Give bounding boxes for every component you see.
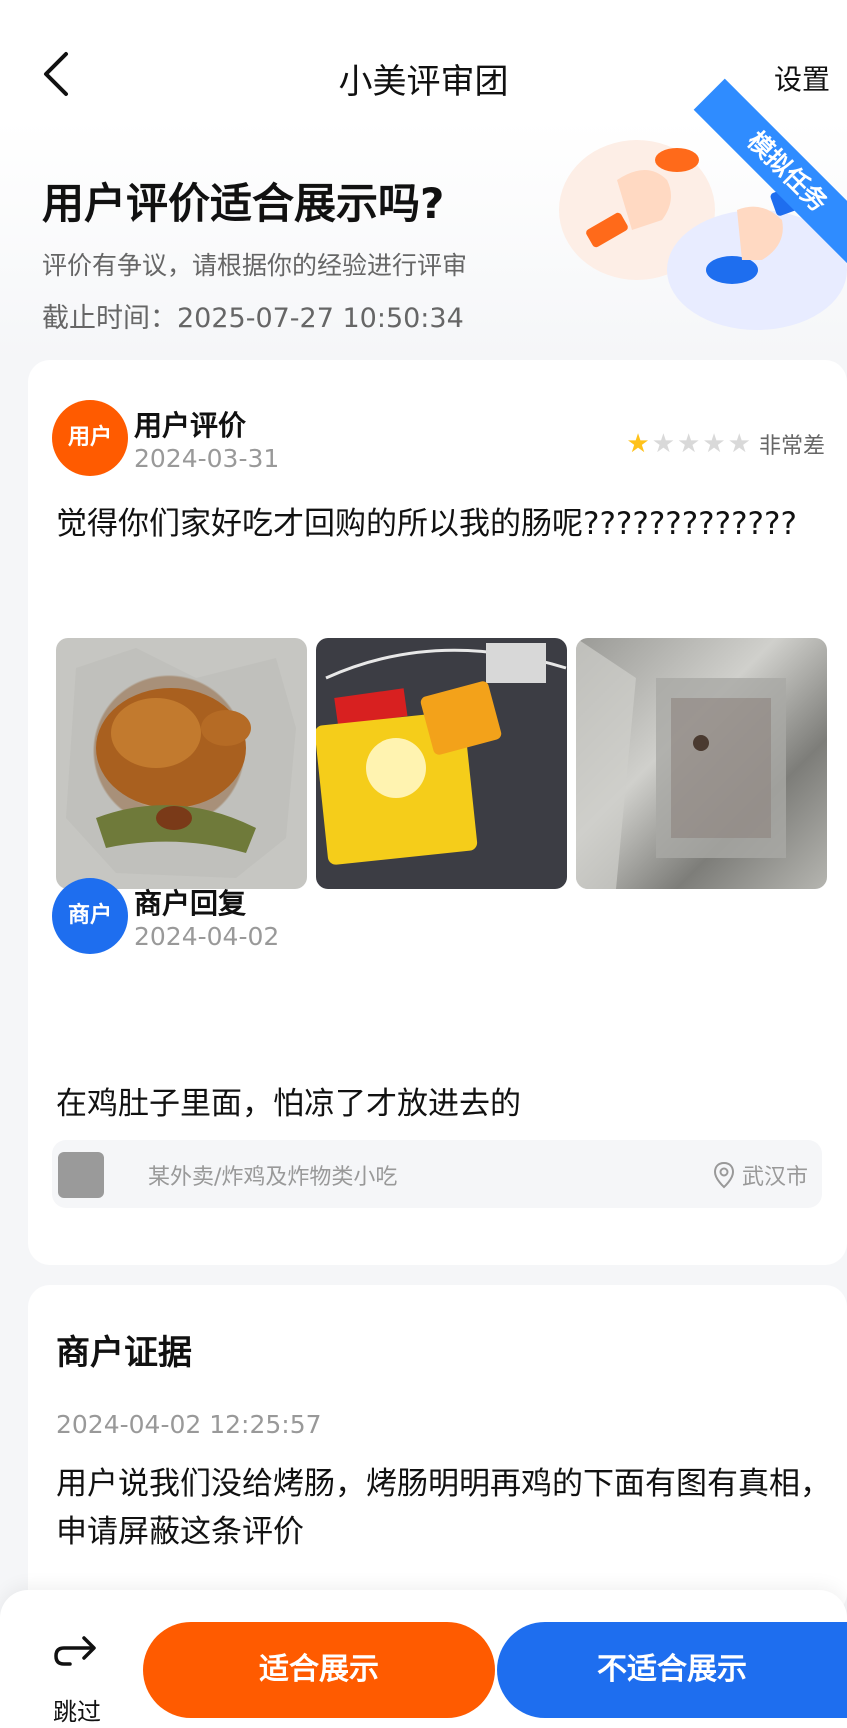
foil-bag-photo[interactable] bbox=[576, 638, 827, 889]
task-subtitle: 评价有争议，请根据你的经验进行评审 bbox=[42, 251, 468, 280]
evidence-text: 用户说我们没给烤肠，烤肠明明再鸡的下面有图有真相，申请屏蔽这条评价 bbox=[56, 1466, 831, 1550]
shop-city: 武汉市 bbox=[741, 1165, 808, 1190]
merchant-evidence-card: 商户证据 2024-04-02 12:25:57 用户说我们没给烤肠，烤肠明明再… bbox=[28, 1285, 847, 1615]
review-date: 2024-03-31 bbox=[134, 444, 280, 473]
merchant-avatar: 商户 bbox=[52, 878, 128, 954]
star-icon: ★ bbox=[626, 429, 650, 459]
snack-packets-photo[interactable] bbox=[316, 638, 567, 889]
deadline-text: 截止时间：2025-07-27 10:50:34 bbox=[42, 303, 464, 334]
user-avatar: 用户 bbox=[52, 400, 128, 476]
reply-date: 2024-04-02 bbox=[134, 922, 280, 951]
evidence-time: 2024-04-02 12:25:57 bbox=[56, 1410, 322, 1439]
star-icon: ★ bbox=[677, 429, 701, 459]
review-card: 用户 用户评价 2024-03-31 ★ ★ ★ ★ ★ 非常差 觉得你们家好吃… bbox=[28, 360, 847, 1265]
hands-vote-illustration: 模拟任务 bbox=[547, 78, 847, 340]
skip-icon bbox=[54, 1636, 96, 1666]
shop-location: 武汉市 bbox=[712, 1159, 808, 1191]
reviewer-name: 用户评价 bbox=[134, 409, 247, 442]
task-header: 用户评价适合展示吗? 评价有争议，请根据你的经验进行评审 截止时间：2025-0… bbox=[0, 78, 847, 360]
star-icon: ★ bbox=[702, 429, 726, 459]
suitable-button[interactable]: 适合展示 bbox=[143, 1622, 495, 1718]
star-icon: ★ bbox=[727, 429, 751, 459]
shop-info-bar[interactable]: 某外卖/炸鸡及炸物类小吃 武汉市 bbox=[52, 1140, 822, 1208]
location-pin-icon bbox=[713, 1161, 734, 1189]
review-text: 觉得你们家好吃才回购的所以我的肠呢????????????? bbox=[56, 506, 797, 542]
roast-chicken-photo[interactable] bbox=[56, 638, 307, 889]
skip-button[interactable]: 跳过 bbox=[42, 1630, 112, 1726]
rating-label: 非常差 bbox=[758, 434, 825, 459]
action-bar: 跳过 适合展示 不适合展示 bbox=[0, 1590, 847, 1728]
page: 小美评审团 设置 用户评价适合展示吗? 评价有争议，请根据你的经验进行评审 截止… bbox=[0, 0, 847, 1728]
skip-label: 跳过 bbox=[53, 1698, 101, 1726]
merchant-reply-title: 商户回复 bbox=[134, 887, 247, 920]
shop-thumbnail bbox=[58, 1152, 104, 1198]
unsuitable-button[interactable]: 不适合展示 bbox=[497, 1622, 847, 1718]
settings-link[interactable]: 设置 bbox=[774, 58, 830, 98]
star-rating: ★ ★ ★ ★ ★ 非常差 bbox=[626, 428, 825, 460]
shop-name: 某外卖/炸鸡及炸物类小吃 bbox=[148, 1165, 398, 1190]
merchant-reply-text: 在鸡肚子里面，怕凉了才放进去的 bbox=[56, 1086, 521, 1122]
task-question: 用户评价适合展示吗? bbox=[42, 179, 445, 228]
review-photos bbox=[56, 638, 827, 889]
evidence-title: 商户证据 bbox=[56, 1333, 192, 1373]
star-icon: ★ bbox=[651, 429, 676, 459]
